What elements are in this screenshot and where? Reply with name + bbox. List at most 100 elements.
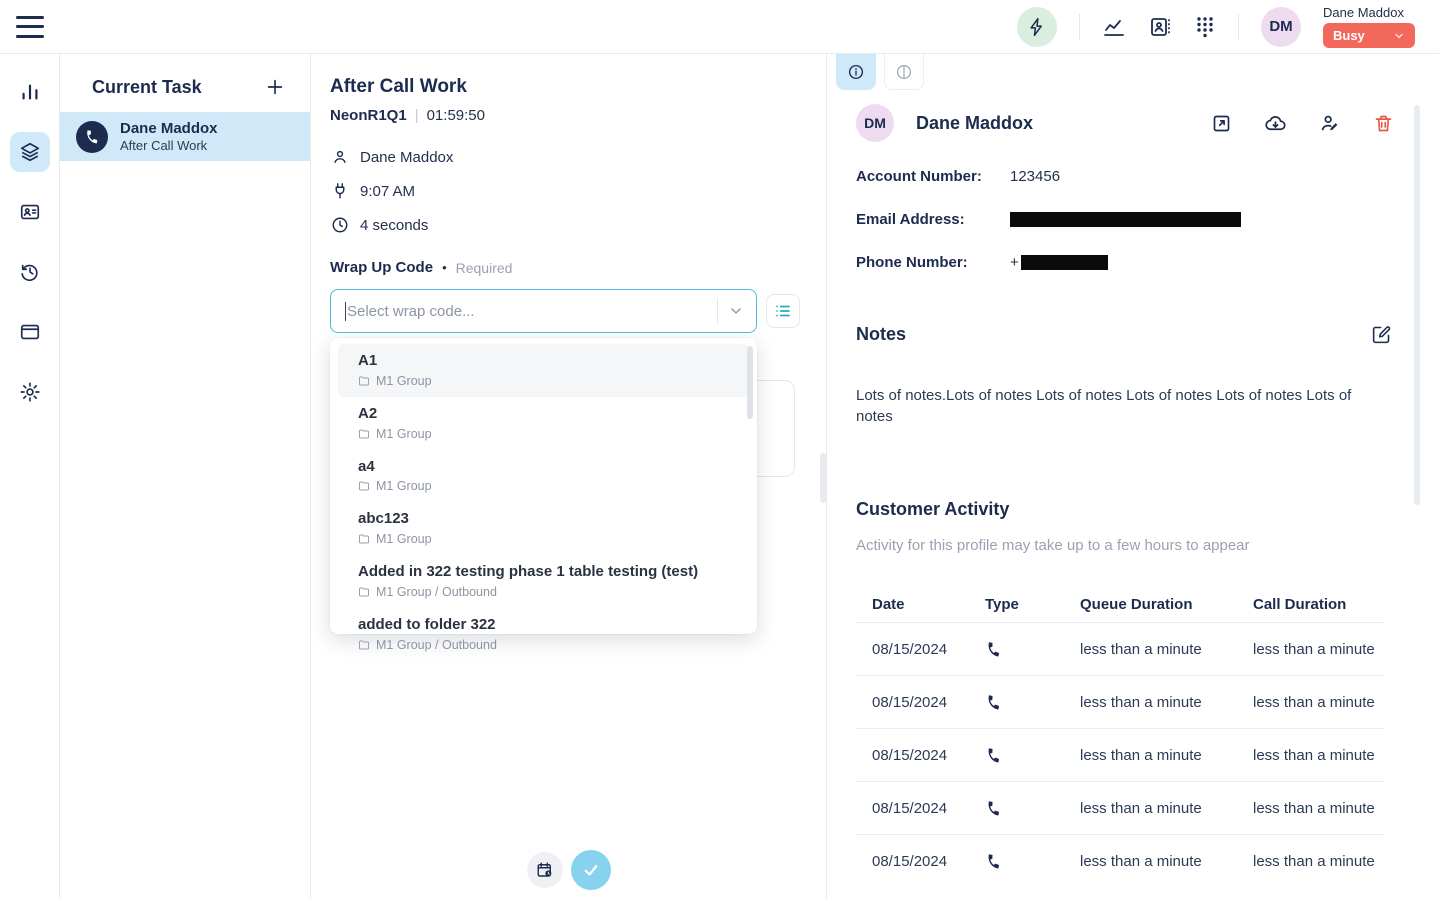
folder-icon (358, 480, 370, 492)
wrap-option-code: abc123 (358, 510, 729, 529)
download-profile-button[interactable] (1264, 112, 1287, 135)
cloud-download-icon (1264, 112, 1287, 135)
row-date: 08/15/2024 (872, 694, 985, 711)
history-icon (19, 261, 41, 283)
profile-actions (1211, 112, 1394, 135)
contacts-button[interactable] (1148, 15, 1172, 39)
profile-avatar: DM (856, 104, 894, 142)
user-status-block: Dane Maddox Busy (1323, 5, 1415, 48)
notes-title: Notes (856, 324, 906, 345)
wrap-option[interactable]: A1 M1 Group (338, 344, 749, 397)
wrap-option-group: M1 Group (376, 532, 432, 546)
dialpad-button[interactable] (1194, 15, 1216, 39)
info-icon (847, 63, 865, 81)
nav-history-button[interactable] (10, 252, 50, 292)
col-call-duration: Call Duration (1253, 596, 1384, 613)
profile-panel-scrollbar[interactable] (1414, 105, 1420, 505)
dropdown-scrollbar[interactable] (747, 346, 753, 419)
row-queue-duration: less than a minute (1080, 641, 1253, 658)
row-queue-duration: less than a minute (1080, 800, 1253, 817)
nav-stats-button[interactable] (10, 72, 50, 112)
col-queue-duration: Queue Duration (1080, 596, 1253, 613)
user-avatar[interactable]: DM (1261, 7, 1301, 47)
brain-icon (895, 63, 913, 81)
table-row[interactable]: 08/15/2024 less than a minute less than … (856, 675, 1384, 728)
table-row[interactable]: 08/15/2024 less than a minute less than … (856, 728, 1384, 781)
profile-tabs (836, 54, 1439, 90)
tab-info[interactable] (836, 54, 876, 90)
status-dropdown[interactable]: Busy (1323, 23, 1415, 48)
wrap-option-group: M1 Group / Outbound (376, 585, 497, 599)
lightning-icon (1027, 17, 1047, 37)
folder-icon (358, 639, 370, 651)
analytics-button[interactable] (1102, 15, 1126, 39)
table-row[interactable]: 08/15/2024 less than a minute less than … (856, 781, 1384, 834)
app-window: DM Dane Maddox Busy (0, 0, 1439, 899)
row-queue-duration: less than a minute (1080, 853, 1253, 870)
trash-icon (1373, 113, 1394, 134)
edit-notes-button[interactable] (1371, 324, 1392, 345)
task-type-label: After Call Work (120, 138, 218, 153)
wrap-option-group: M1 Group (376, 479, 432, 493)
edit-profile-button[interactable] (1319, 112, 1341, 134)
tab-insights[interactable] (884, 54, 924, 90)
line-chart-icon (1102, 15, 1126, 39)
chevron-down-icon (1393, 30, 1405, 42)
open-external-button[interactable] (1211, 113, 1232, 134)
wrap-option-code: Added in 322 testing phase 1 table testi… (358, 563, 729, 582)
browse-wrap-codes-button[interactable] (766, 294, 800, 328)
wrap-option-code: A2 (358, 405, 729, 424)
phone-label: Phone Number: (856, 254, 1010, 271)
nav-settings-button[interactable] (10, 372, 50, 412)
activity-subtitle: Activity for this profile may take up to… (856, 537, 1439, 554)
row-call-duration: less than a minute (1253, 853, 1384, 870)
col-date: Date (872, 596, 985, 613)
wrap-option[interactable]: abc123 M1 Group (338, 502, 749, 555)
wrap-option[interactable]: a4 M1 Group (338, 450, 749, 503)
wrap-option[interactable]: added to folder 322 M1 Group / Outbound (338, 608, 749, 661)
start-time-value: 9:07 AM (360, 183, 415, 200)
after-call-work-panel: After Call Work NeonR1Q1 | 01:59:50 Dane… (311, 54, 827, 899)
nav-contacts-button[interactable] (10, 192, 50, 232)
hamburger-menu-icon[interactable] (16, 16, 44, 38)
acw-subtitle: NeonR1Q1 | 01:59:50 (330, 107, 826, 124)
table-row[interactable]: 08/15/2024 less than a minute less than … (856, 834, 1384, 887)
folder-icon (358, 533, 370, 545)
account-number-label: Account Number: (856, 168, 1010, 185)
wrap-option[interactable]: Added in 322 testing phase 1 table testi… (338, 555, 749, 608)
topbar-actions: DM Dane Maddox Busy (1017, 5, 1415, 48)
table-row[interactable]: 08/15/2024 less than a minute less than … (856, 622, 1384, 675)
acw-title: After Call Work (330, 76, 826, 98)
layers-icon (19, 141, 41, 163)
contact-card-icon (19, 201, 41, 223)
wrap-option[interactable]: A2 M1 Group (338, 397, 749, 450)
chevron-down-icon[interactable] (728, 303, 744, 319)
center-panel-scrollbar[interactable] (820, 453, 826, 503)
wrap-up-code-label-row: Wrap Up Code • Required (330, 259, 826, 276)
wrap-option-code: added to folder 322 (358, 616, 729, 635)
schedule-button[interactable] (527, 852, 563, 888)
task-list-item[interactable]: Dane Maddox After Call Work (60, 112, 310, 161)
row-call-duration: less than a minute (1253, 641, 1384, 658)
nav-tasks-button[interactable] (10, 132, 50, 172)
row-call-duration: less than a minute (1253, 800, 1384, 817)
subtitle-separator: | (415, 107, 419, 124)
activity-section-header: Customer Activity (856, 499, 1392, 520)
add-task-button[interactable] (264, 76, 286, 98)
nav-browser-button[interactable] (10, 312, 50, 352)
wrap-select-placeholder: Select wrap code... (347, 303, 717, 320)
folder-icon (358, 586, 370, 598)
complete-task-button[interactable] (571, 850, 611, 890)
profile-name: Dane Maddox (916, 113, 1211, 134)
delete-profile-button[interactable] (1373, 113, 1394, 134)
acw-timer: 01:59:50 (427, 107, 485, 124)
activity-table: Date Type Queue Duration Call Duration 0… (856, 586, 1439, 887)
row-queue-duration: less than a minute (1080, 747, 1253, 764)
queue-name: NeonR1Q1 (330, 107, 407, 124)
account-number-row: Account Number: 123456 (856, 168, 1439, 185)
current-task-panel: Current Task Dane Maddox After Call Work (60, 54, 311, 899)
wrap-code-select[interactable]: Select wrap code... (330, 289, 757, 333)
person-icon (330, 148, 349, 166)
quick-actions-button[interactable] (1017, 7, 1057, 47)
clock-icon (330, 216, 349, 234)
